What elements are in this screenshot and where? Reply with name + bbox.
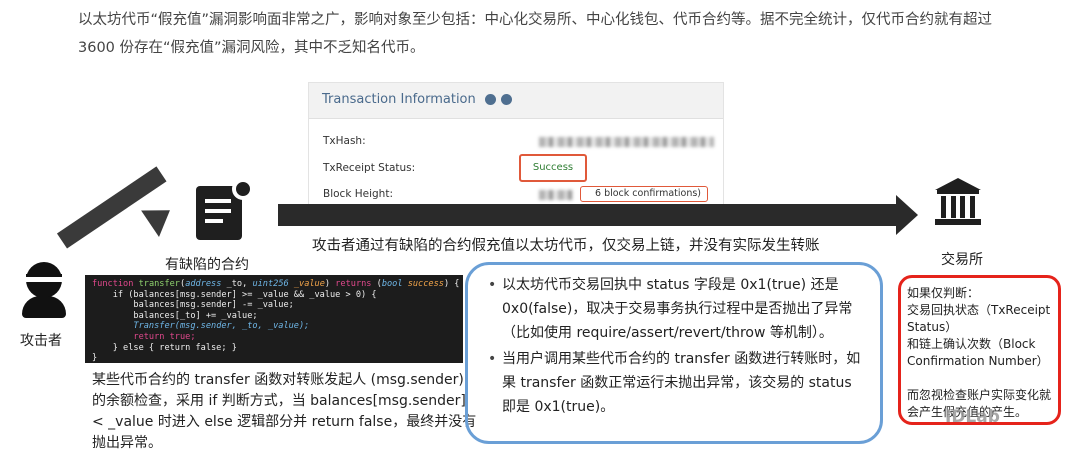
receipt-status-label: TxReceipt Status: [323,162,416,174]
gear-icon [232,178,254,200]
tx-panel-title: Transaction Information [322,92,476,107]
code-line-4: balances[_to] += _value; [133,310,258,321]
status-notes-box: 以太坊代币交易回执中 status 字段是 0x1(true) 还是 0x0(f… [465,262,883,444]
exchange-note-line: 如果仅判断： [907,286,980,300]
code-description: 某些代币合约的 transfer 函数对转账发起人 (msg.sender)的余… [92,372,477,451]
code-line-5: Transfer(msg.sender, _to, _value); [133,321,310,332]
next-arrow-icon[interactable] [500,94,512,105]
exchange-note-line: 交易回执状态（TxReceipt Status） [907,303,1051,334]
status-badge: Success [519,154,587,182]
watermark-logo: IDLab [945,407,1000,427]
code-line-3: balances[msg.sender] -= _value; [133,300,294,311]
exchange-note-line: 和链上确认次数（Block Confirmation Number） [907,337,1049,368]
attack-arrow-head-icon [141,197,179,237]
prev-arrow-icon[interactable] [484,94,496,105]
txhash-value-blurred [539,137,714,147]
txhash-label: TxHash: [323,135,366,147]
attacker-label: 攻击者 [20,333,62,349]
exchange-warning-box: 如果仅判断： 交易回执状态（TxReceipt Status） 和链上确认次数（… [898,275,1061,425]
transaction-info-panel: Transaction Information TxHash: TxReceip… [308,82,724,207]
confirmations-badge: 6 block confirmations) [580,186,708,202]
attacker-icon [22,262,66,318]
contract-label: 有缺陷的合约 [165,257,249,273]
note-item: 以太坊代币交易回执中 status 字段是 0x1(true) 还是 0x0(f… [488,273,862,345]
exchange-label: 交易所 [941,252,983,268]
code-line-7: } else { return false; } [112,342,237,353]
flow-arrow-line [278,204,898,226]
flow-arrow-head-icon [896,195,918,235]
block-height-label: Block Height: [323,188,393,200]
code-snippet: function transfer(address _to, uint256 _… [85,275,463,363]
exchange-bank-icon [935,178,981,226]
intro-paragraph: 以太坊代币“假充值”漏洞影响面非常之广，影响对象至少包括：中心化交易所、中心化钱… [78,12,993,56]
tx-panel-header: Transaction Information [309,83,723,119]
code-line-6: return true; [133,331,196,342]
flow-caption: 攻击者通过有缺陷的合约假充值以太坊代币，仅交易上链，并没有实际发生转账 [312,238,820,254]
block-height-blurred [539,190,573,200]
code-line-8: } [92,353,98,363]
code-line-2: if (balances[msg.sender] >= _value && _v… [112,289,377,300]
note-item: 当用户调用某些代币合约的 transfer 函数进行转账时，如果 transfe… [488,347,862,419]
